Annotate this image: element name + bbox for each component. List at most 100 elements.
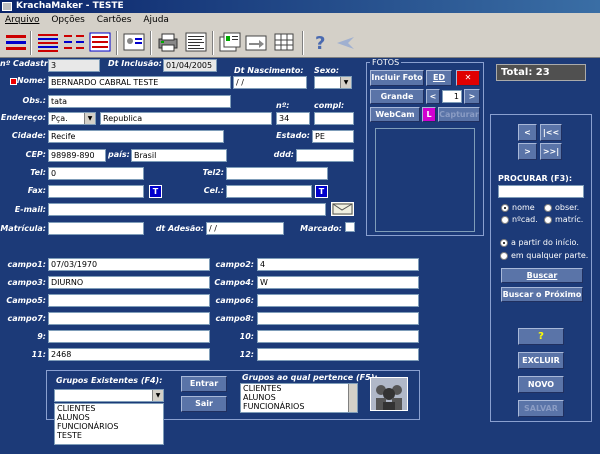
help-icon[interactable]: ? <box>308 31 332 54</box>
pais-field[interactable]: Brasil <box>131 149 227 162</box>
salvar-button[interactable]: SALVAR <box>518 400 564 417</box>
estado-field[interactable]: PE <box>312 130 354 143</box>
scrollbar[interactable] <box>348 384 357 412</box>
plane-icon[interactable] <box>334 31 358 53</box>
radio-obser[interactable] <box>544 204 552 212</box>
grid-icon[interactable] <box>272 31 296 53</box>
cel-t-button[interactable]: T <box>315 185 328 198</box>
list-item[interactable]: ALUNOS <box>57 413 163 422</box>
cidade-field[interactable]: Recife <box>48 130 224 143</box>
grupos-existentes-select[interactable]: ▼ <box>54 389 164 402</box>
novo-button[interactable]: NOVO <box>518 376 564 393</box>
sexo-select[interactable]: ▼ <box>314 76 352 89</box>
red-stripes-icon[interactable] <box>4 31 28 53</box>
radio-ncad[interactable] <box>501 216 509 224</box>
campo10-field[interactable] <box>257 330 419 343</box>
radio-matric-label: matríc. <box>555 215 584 224</box>
dtnasc-field[interactable]: / / <box>233 76 307 89</box>
grande-button[interactable]: Grande <box>370 89 424 104</box>
matricula-label: Matrícula: <box>0 224 46 233</box>
matricula-field[interactable] <box>48 222 144 235</box>
nav-last-button[interactable]: >>| <box>540 143 562 160</box>
help-button[interactable]: ? <box>518 328 564 345</box>
photo-card-icon[interactable] <box>122 31 146 53</box>
ddd-label: ddd: <box>273 150 294 159</box>
l-button[interactable]: L <box>422 107 436 122</box>
list-item[interactable]: CLIENTES <box>243 384 347 393</box>
campo10-label: 10: <box>239 332 254 341</box>
radio-nome[interactable] <box>501 204 509 212</box>
campo9-label: 9: <box>37 332 46 341</box>
blue-red-grid-icon[interactable] <box>88 31 112 53</box>
campo12-field[interactable] <box>257 348 419 361</box>
sair-button[interactable]: Sair <box>181 396 227 412</box>
delete-photo-button[interactable]: ✕ <box>456 70 480 86</box>
marcado-checkbox[interactable] <box>345 222 355 232</box>
list-item[interactable]: CLIENTES <box>57 404 163 413</box>
id-card-icon[interactable] <box>218 31 242 53</box>
menu-opcoes[interactable]: Opções <box>51 15 84 25</box>
radio-nome-label: nome <box>512 203 535 212</box>
fax-t-button[interactable]: T <box>149 185 162 198</box>
obs-field[interactable]: tata <box>48 95 231 108</box>
list-item[interactable]: FUNCIONÁRIOS <box>57 422 163 431</box>
list-item[interactable]: TESTE <box>57 431 163 440</box>
grupos-pertence-list[interactable]: CLIENTES ALUNOS FUNCIONÁRIOS <box>240 383 358 413</box>
list-item[interactable]: FUNCIONÁRIOS <box>243 402 347 411</box>
email-field[interactable] <box>48 203 326 216</box>
photo-frame <box>375 128 475 232</box>
radio-qualquer[interactable] <box>500 252 508 260</box>
nav-prev-button[interactable]: < <box>518 124 537 141</box>
webcam-button[interactable]: WebCam <box>370 107 420 122</box>
radio-matric[interactable] <box>544 216 552 224</box>
nav-first-button[interactable]: |<< <box>540 124 562 141</box>
card-arrow-icon[interactable] <box>244 31 268 53</box>
tel2-field[interactable] <box>226 167 328 180</box>
menu-arquivo[interactable]: Arquivo <box>5 15 39 25</box>
incluir-foto-button[interactable]: Incluir Foto <box>370 70 424 86</box>
campo2-field[interactable]: 4 <box>257 258 419 271</box>
photo-next-button[interactable]: > <box>464 89 480 104</box>
buscar-button[interactable]: Buscar <box>501 268 583 283</box>
nav-next-button[interactable]: > <box>518 143 537 160</box>
campo3-field[interactable]: DIURNO <box>48 276 210 289</box>
photo-index-field[interactable]: 1 <box>442 90 462 103</box>
fax-field[interactable] <box>48 185 144 198</box>
ed-button[interactable]: ED <box>426 70 452 86</box>
campo9-field[interactable] <box>48 330 210 343</box>
cep-field[interactable]: 98989-890 <box>48 149 106 162</box>
entrar-button[interactable]: Entrar <box>181 376 227 392</box>
campo4-field[interactable]: W <box>257 276 419 289</box>
cel-field[interactable] <box>226 185 312 198</box>
columns-icon[interactable] <box>62 31 86 53</box>
procurar-field[interactable] <box>498 185 584 198</box>
form-icon[interactable] <box>184 31 208 53</box>
nome-field[interactable]: BERNARDO CABRAL TESTE <box>48 76 231 89</box>
dtadesao-field[interactable]: / / <box>206 222 284 235</box>
campo1-field[interactable]: 07/03/1970 <box>48 258 210 271</box>
ddd-field[interactable] <box>296 149 354 162</box>
numero-field[interactable]: 34 <box>276 112 310 125</box>
menu-cartoes[interactable]: Cartões <box>97 15 132 25</box>
campo5-field[interactable] <box>48 294 210 307</box>
capturar-button[interactable]: Capturar <box>438 107 480 122</box>
tipo-logradouro-select[interactable]: Pça. ▼ <box>48 112 96 125</box>
grupos-existentes-dropdown[interactable]: CLIENTES ALUNOS FUNCIONÁRIOS TESTE <box>54 403 164 445</box>
menu-ajuda[interactable]: Ajuda <box>143 15 169 25</box>
campo6-field[interactable] <box>257 294 419 307</box>
campo7-field[interactable] <box>48 312 210 325</box>
campo8-field[interactable] <box>257 312 419 325</box>
tel-field[interactable]: 0 <box>48 167 144 180</box>
dtinclusao-label: Dt Inclusão: <box>108 59 162 68</box>
campo11-field[interactable]: 2468 <box>48 348 210 361</box>
printer-icon[interactable] <box>156 31 180 53</box>
endereco-field[interactable]: Republica <box>100 112 272 125</box>
radio-inicio[interactable] <box>500 239 508 247</box>
excluir-button[interactable]: EXCLUIR <box>518 352 564 369</box>
list-item[interactable]: ALUNOS <box>243 393 347 402</box>
photo-prev-button[interactable]: < <box>426 89 440 104</box>
compl-field[interactable] <box>314 112 354 125</box>
red-blue-lines-icon[interactable] <box>36 31 60 53</box>
envelope-icon[interactable] <box>331 202 354 216</box>
buscar-proximo-button[interactable]: Buscar o Próximo <box>501 287 583 302</box>
